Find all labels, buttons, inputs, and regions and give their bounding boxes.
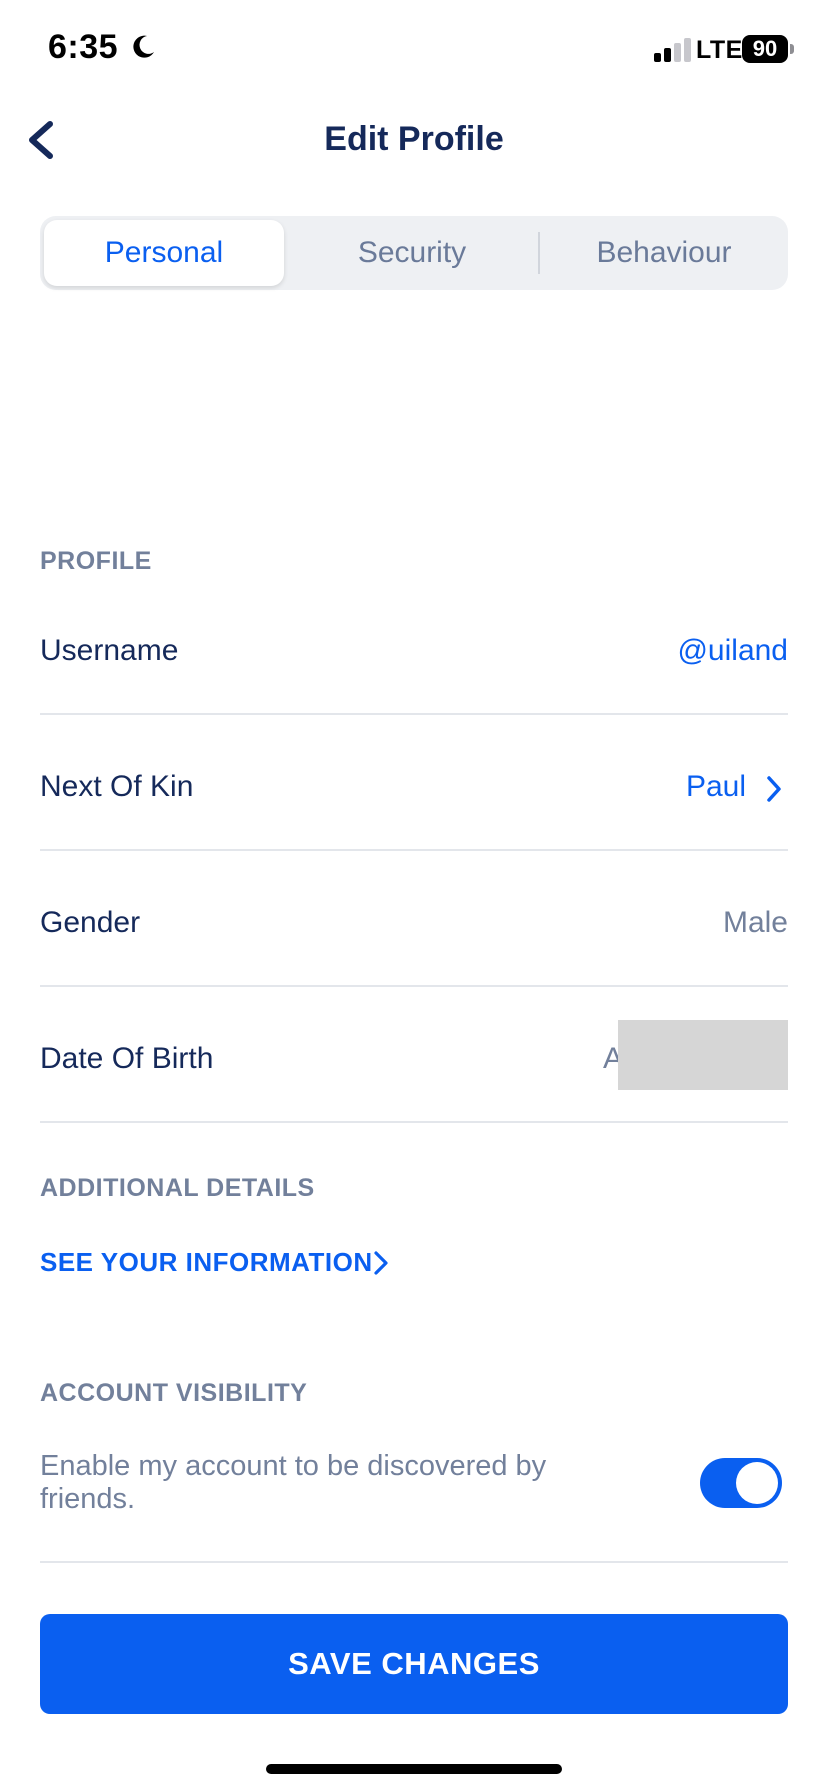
divider bbox=[40, 713, 788, 715]
gender-value[interactable]: Male bbox=[723, 906, 788, 940]
next-of-kin-label: Next Of Kin bbox=[40, 770, 194, 803]
chevron-right-icon[interactable] bbox=[764, 774, 784, 804]
divider bbox=[40, 985, 788, 987]
tab-behaviour[interactable]: Behaviour bbox=[540, 216, 788, 290]
tab-security[interactable]: Security bbox=[288, 216, 536, 290]
section-title-additional: ADDITIONAL DETAILS bbox=[40, 1174, 315, 1202]
home-indicator bbox=[266, 1764, 562, 1774]
chevron-right-icon[interactable] bbox=[372, 1249, 390, 1277]
signal-icon bbox=[654, 38, 691, 62]
visibility-toggle[interactable] bbox=[700, 1458, 782, 1508]
next-of-kin-value[interactable]: Paul bbox=[686, 770, 746, 804]
network-type: LTE bbox=[696, 36, 743, 64]
date-of-birth-label: Date Of Birth bbox=[40, 1042, 214, 1075]
moon-icon bbox=[133, 35, 154, 58]
see-your-information-link[interactable]: SEE YOUR INFORMATION bbox=[40, 1247, 373, 1278]
battery-icon: 90 bbox=[742, 35, 788, 63]
save-changes-button[interactable]: SAVE CHANGES bbox=[40, 1614, 788, 1714]
tab-personal[interactable]: Personal bbox=[44, 216, 284, 290]
toggle-knob bbox=[736, 1462, 778, 1504]
username-value[interactable]: @uiland bbox=[677, 634, 788, 668]
divider bbox=[40, 1561, 788, 1563]
username-label: Username bbox=[40, 634, 179, 667]
redacted-block bbox=[618, 1020, 788, 1090]
gender-label: Gender bbox=[40, 906, 141, 939]
status-time: 6:35 bbox=[48, 28, 119, 66]
divider bbox=[40, 849, 788, 851]
visibility-description: Enable my account to be discovered by fr… bbox=[40, 1450, 547, 1515]
section-title-visibility: ACCOUNT VISIBILITY bbox=[40, 1379, 308, 1407]
battery-tip bbox=[790, 44, 794, 54]
section-title-profile: PROFILE bbox=[40, 547, 152, 575]
page-title: Edit Profile bbox=[324, 120, 504, 158]
divider bbox=[40, 1121, 788, 1123]
